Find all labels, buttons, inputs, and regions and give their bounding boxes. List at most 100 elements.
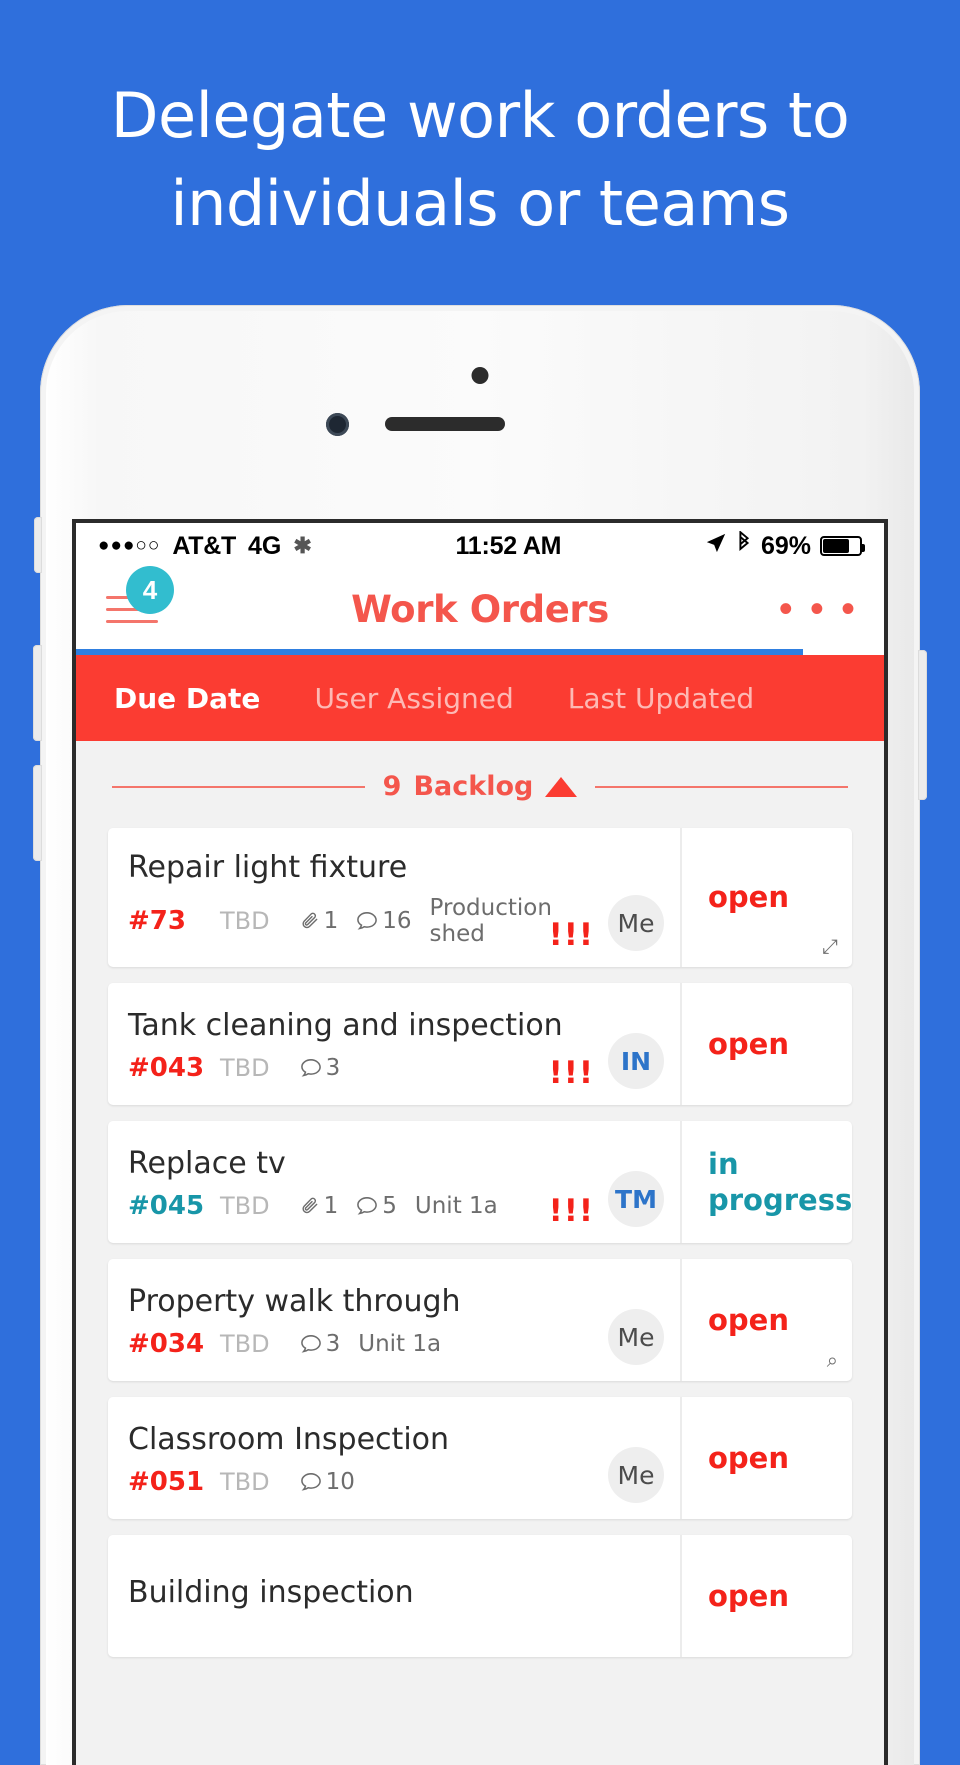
attachment-count-value: 1: [323, 908, 339, 934]
work-order-id: #051: [128, 1466, 205, 1497]
caret-up-icon[interactable]: [545, 776, 578, 797]
status-badge: open: [680, 1535, 852, 1657]
due-date-label: TBD: [220, 1053, 270, 1082]
expand-icon[interactable]: ⤢: [822, 936, 838, 959]
table-row[interactable]: Classroom Inspection #051 TBD 10 Me open: [108, 1397, 852, 1519]
section-rule-left: [112, 785, 365, 788]
spinner-icon: ✱: [293, 533, 312, 558]
section-header-backlog[interactable]: 9 Backlog: [76, 741, 884, 828]
work-order-details: Building inspection: [108, 1535, 680, 1657]
volume-up-button[interactable]: [33, 645, 42, 741]
comment-count-value: 16: [382, 908, 412, 934]
comment-count-value: 3: [325, 1054, 341, 1081]
due-date-label: TBD: [220, 1329, 270, 1358]
section-name: Backlog: [413, 771, 534, 802]
table-row[interactable]: Replace tv #045 TBD 1 5 Unit 1a !!! TM i…: [108, 1121, 852, 1243]
location-label: Unit 1a: [414, 1192, 498, 1219]
priority-indicator: !!!: [548, 917, 594, 953]
due-date-label: TBD: [220, 1191, 270, 1220]
work-order-assignment: Me: [594, 1447, 680, 1519]
work-order-details: Replace tv #045 TBD 1 5 Unit 1a: [108, 1121, 549, 1243]
comment-bubble-icon: [300, 1334, 321, 1353]
comment-bubble-icon: [357, 1196, 378, 1215]
status-bar: ●●●○○ AT&T 4G ✱ 11:52 AM 69%: [76, 523, 884, 569]
signal-strength-icon: ●●●○○: [98, 535, 161, 556]
tab-due-date[interactable]: Due Date: [114, 682, 260, 715]
work-order-details: Classroom Inspection #051 TBD 10: [108, 1397, 594, 1519]
location-label: Production shed: [429, 895, 552, 947]
work-order-meta: #043 TBD 3: [128, 1053, 531, 1083]
work-order-title: Repair light fixture: [128, 850, 408, 885]
comment-count: 3: [300, 1054, 341, 1081]
status-badge: open: [680, 983, 852, 1105]
section-label: 9 Backlog: [383, 771, 578, 802]
clock-label: 11:52 AM: [455, 531, 562, 560]
work-order-meta: #034 TBD 3 Unit 1a: [128, 1329, 576, 1359]
table-row[interactable]: Property walk through #034 TBD 3 Unit 1a…: [108, 1259, 852, 1381]
bluetooth-icon: [736, 529, 752, 562]
comment-count: 5: [356, 1193, 397, 1219]
tab-user-assigned[interactable]: User Assigned: [314, 682, 513, 715]
hamburger-menu-icon[interactable]: 4: [102, 566, 174, 636]
more-options-icon[interactable]: • • •: [779, 589, 858, 629]
comment-bubble-icon: [300, 1058, 321, 1077]
phone-device-frame: ●●●○○ AT&T 4G ✱ 11:52 AM 69% 4 Work Orde…: [33, 305, 927, 1765]
comment-count: 16: [356, 908, 412, 934]
comment-count-value: 5: [382, 1192, 397, 1219]
work-order-id: #045: [128, 1190, 205, 1221]
comment-bubble-icon: [357, 912, 378, 930]
work-order-id: #034: [128, 1328, 205, 1359]
attachment-count: 1: [300, 1192, 339, 1219]
attachment-count-value: 1: [323, 1192, 339, 1219]
table-row[interactable]: Repair light fixture #73 TBD 1 16 Produc…: [108, 828, 852, 967]
work-order-title: Classroom Inspection: [128, 1421, 450, 1457]
avatar[interactable]: Me: [608, 895, 664, 951]
sort-tab-bar: Due Date User Assigned Last Updated: [76, 655, 884, 741]
front-camera-icon: [326, 413, 349, 436]
paperclip-icon: [302, 1197, 317, 1213]
avatar[interactable]: Me: [608, 1309, 664, 1365]
search-icon[interactable]: ⌕: [827, 1350, 838, 1373]
work-order-meta: #051 TBD 10: [128, 1467, 576, 1497]
table-row[interactable]: Tank cleaning and inspection #043 TBD 3 …: [108, 983, 852, 1105]
status-badge: in progress: [680, 1121, 852, 1243]
page-title: Work Orders: [351, 587, 609, 631]
volume-down-button[interactable]: [33, 765, 42, 861]
avatar[interactable]: TM: [608, 1171, 664, 1227]
battery-percent-label: 69%: [760, 531, 811, 560]
work-order-meta: #73 TBD 1 16 Production shed: [128, 895, 552, 947]
work-order-title: Building inspection: [128, 1574, 414, 1610]
work-order-id: #043: [128, 1052, 205, 1083]
silent-switch[interactable]: [34, 517, 42, 573]
network-type-label: 4G: [248, 531, 282, 560]
menu-notification-badge: 4: [126, 566, 174, 614]
battery-icon: [820, 536, 865, 556]
earpiece-speaker: [385, 417, 505, 431]
work-order-list[interactable]: 9 Backlog Repair light fixture #73 TBD 1: [76, 741, 884, 1765]
status-badge: open: [680, 1397, 852, 1519]
section-rule-right: [595, 785, 849, 788]
comment-count-value: 10: [325, 1468, 355, 1495]
location-arrow-icon: [705, 532, 727, 561]
phone-screen: ●●●○○ AT&T 4G ✱ 11:52 AM 69% 4 Work Orde…: [76, 523, 884, 1765]
work-order-assignment: !!! TM: [549, 1171, 680, 1243]
work-order-details: Repair light fixture #73 TBD 1 16 Produc…: [108, 828, 552, 967]
work-order-meta: #045 TBD 1 5 Unit 1a: [128, 1191, 531, 1221]
work-order-assignment: Me: [594, 1309, 680, 1381]
work-order-title: Replace tv: [128, 1145, 286, 1181]
avatar[interactable]: Me: [608, 1447, 664, 1503]
work-order-title: Tank cleaning and inspection: [128, 1007, 563, 1043]
section-count: 9: [382, 771, 402, 802]
avatar[interactable]: IN: [608, 1033, 664, 1089]
location-label: Unit 1a: [358, 1330, 442, 1357]
tab-last-updated[interactable]: Last Updated: [568, 682, 754, 715]
marketing-headline: Delegate work orders to individuals or t…: [110, 79, 850, 241]
power-button[interactable]: [918, 650, 927, 800]
app-navigation-bar: 4 Work Orders • • •: [76, 566, 884, 649]
work-order-id: #73: [128, 906, 186, 936]
due-date-label: TBD: [220, 907, 270, 935]
table-row[interactable]: Building inspection open: [108, 1535, 852, 1657]
loading-progress-fill: [76, 649, 804, 655]
comment-count: 10: [300, 1469, 355, 1495]
paperclip-icon: [302, 912, 317, 929]
